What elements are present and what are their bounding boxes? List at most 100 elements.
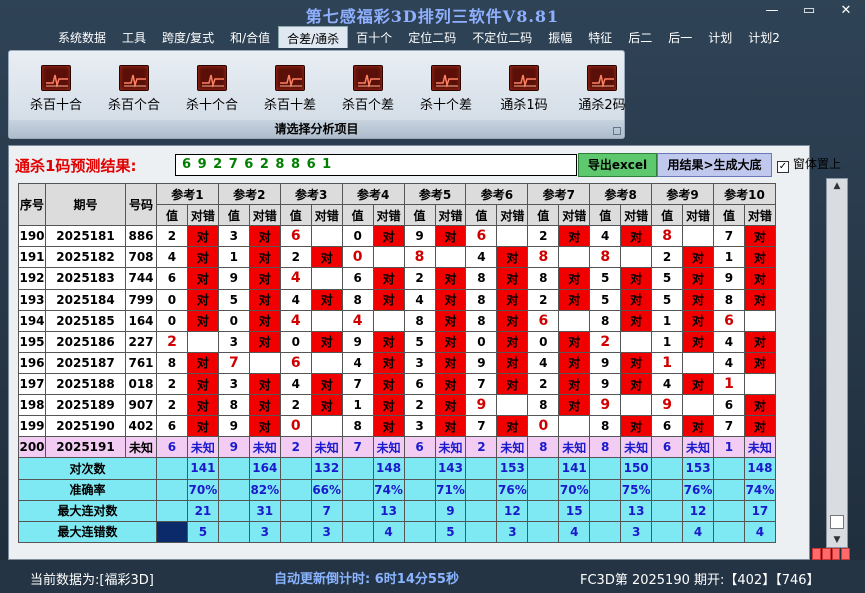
menu-item[interactable]: 和/合值: [222, 26, 278, 48]
ribbon-tool-button[interactable]: 杀十个差: [407, 65, 485, 113]
menu-item[interactable]: 工具: [114, 26, 154, 48]
stat-spacer-cell: [217, 478, 250, 501]
hit-cell: 对: [682, 267, 715, 290]
ref-value-cell: 0: [217, 309, 250, 332]
pin-window-label: 窗体置上: [793, 157, 842, 171]
table-row[interactable]: 197 2025188 018 2 对 3 对 4 对 7 对 6 对 7 对 2 对 9 对 4 对 1: [18, 372, 776, 396]
ribbon-tool-button[interactable]: 通杀1码: [485, 65, 563, 113]
miss-cell: [558, 246, 591, 269]
ribbon-tool-button[interactable]: 杀百十合: [17, 65, 95, 113]
row-number: 708: [125, 246, 157, 269]
stat-value-cell: 13: [372, 499, 405, 522]
ref-value-cell: 7: [713, 415, 745, 438]
checkbox-check-icon[interactable]: ✓: [777, 161, 789, 173]
row-number: 761: [125, 351, 157, 374]
table-row[interactable]: 199 2025190 402 6 对 9 对 0 8 对 3 对 7 对 0 8 对 6 对 7 对: [18, 415, 776, 438]
table-row[interactable]: 198 2025189 907 2 对 8 对 2 对 1 对 2 对 9 8 对 9 9 6 对: [18, 394, 776, 417]
prediction-row[interactable]: 200 2025191 未知 6 未知 9 未知 2 未知 7 未知 6 未知 2 未知 8 未知 8 未知 6 未知 1…: [18, 436, 776, 459]
stat-spacer-cell: [217, 499, 250, 522]
unknown-cell: 未知: [496, 436, 529, 459]
stat-value-cell: 4: [743, 520, 776, 544]
menu-item[interactable]: 特征: [580, 26, 620, 48]
stat-spacer-cell: [713, 520, 745, 544]
ribbon-expand-icon[interactable]: [613, 127, 621, 135]
stat-value-cell: 15: [558, 499, 591, 522]
hit-cell: 对: [186, 372, 219, 396]
stat-row: 准确率 70% 82% 66% 74% 71% 76% 70% 75% 76% 74%: [18, 478, 776, 501]
table-row[interactable]: 192 2025183 744 6 对 9 对 4 6 对 2 对 8 对 8 对 5 对 5 对 9 对: [18, 267, 776, 290]
stat-value-cell: 132: [310, 457, 343, 480]
prediction-result-field[interactable]: 6 9 2 7 6 2 8 8 6 1: [175, 154, 577, 176]
menu-item[interactable]: 定位二码: [400, 26, 464, 48]
menu-item[interactable]: 振幅: [540, 26, 580, 48]
table-row[interactable]: 193 2025184 799 0 对 5 对 4 对 8 对 4 对 8 对 2 对 5 对 5 对 8 对: [18, 288, 776, 311]
hit-cell: 对: [496, 415, 529, 438]
ribbon-tool-button[interactable]: 杀十个合: [173, 65, 251, 113]
ribbon-tool-button[interactable]: 杀百个合: [95, 65, 173, 113]
menu-item[interactable]: 百十个: [348, 26, 400, 48]
export-excel-button[interactable]: 导出excel: [578, 153, 657, 177]
ref-value-cell: 4: [651, 372, 684, 396]
row-period: 2025189: [45, 394, 126, 417]
ref-value-cell: 5: [589, 267, 622, 290]
hit-cell: 对: [310, 330, 343, 353]
vertical-scrollbar[interactable]: ▲ ▼: [826, 178, 848, 548]
ref-value-cell: 7: [217, 351, 250, 374]
table-row[interactable]: 196 2025187 761 8 对 7 6 4 对 3 对 9 对 4 对 9 对 1 4 对: [18, 351, 776, 374]
table-row[interactable]: 195 2025186 227 2 3 对 0 对 9 对 5 对 0 对 0 对 2 1 对 4 对: [18, 330, 776, 353]
ribbon-tool-button[interactable]: 杀百个差: [329, 65, 407, 113]
col-header-seq: 序号: [18, 182, 46, 227]
hit-cell: 对: [496, 372, 529, 396]
unknown-cell: 未知: [186, 436, 219, 459]
stat-spacer-cell: [527, 457, 560, 480]
col-header-value: 值: [156, 204, 188, 227]
stat-spacer-cell: [651, 499, 684, 522]
hit-cell: 对: [434, 415, 467, 438]
ribbon-tool-button[interactable]: 通杀2码: [563, 65, 641, 113]
stat-spacer-cell: [589, 478, 622, 501]
menu-item[interactable]: 后二: [620, 26, 660, 48]
ref-value-cell: 3: [217, 225, 250, 248]
menu-item[interactable]: 跨度/复式: [154, 26, 222, 48]
menu-item[interactable]: 后一: [660, 26, 700, 48]
row-period: 2025182: [45, 246, 126, 269]
scrollbar-thumb[interactable]: [830, 515, 844, 529]
pin-window-checkbox[interactable]: ✓ 窗体置上: [777, 155, 841, 173]
maximize-button[interactable]: ▭: [795, 2, 823, 20]
menu-item[interactable]: 计划2: [740, 26, 788, 48]
ref-value-cell: 2: [279, 246, 312, 269]
header-row: 序号 期号 号码 参考1 参考2 参考3 参考4 参考5 参考6 参考7 参考8 参考9 参考10: [18, 182, 776, 227]
ref-value-cell: 8: [217, 394, 250, 417]
miss-cell: [372, 246, 405, 269]
ref-value-cell: 5: [651, 288, 684, 311]
scroll-up-icon[interactable]: ▲: [827, 179, 847, 193]
hit-cell: 对: [682, 309, 715, 332]
minimize-button[interactable]: —: [758, 2, 786, 20]
menu-item[interactable]: 合差/通杀: [278, 26, 349, 48]
generate-base-button[interactable]: 用结果>生成大底: [657, 153, 772, 177]
stat-value-cell: 66%: [310, 478, 343, 501]
menu-item[interactable]: 不定位二码: [464, 26, 540, 48]
ribbon-tool-button[interactable]: 杀百十差: [251, 65, 329, 113]
menu-item[interactable]: 系统数据: [50, 26, 114, 48]
scroll-down-icon[interactable]: ▼: [827, 533, 847, 547]
table-row[interactable]: 190 2025181 886 2 对 3 对 6 0 对 9 对 6 2 对 4 对 8 7 对: [18, 225, 776, 248]
ref-value-cell: 8: [156, 351, 188, 374]
stat-spacer-cell: [217, 520, 250, 544]
hit-cell: 对: [434, 309, 467, 332]
stat-spacer-cell: [527, 520, 560, 544]
table-row[interactable]: 191 2025182 708 4 对 1 对 2 对 0 8 4 对 8 8 2 对 1 对: [18, 246, 776, 269]
stat-spacer-cell: [651, 457, 684, 480]
stat-spacer-cell: [156, 499, 188, 522]
row-seq: 196: [18, 351, 46, 374]
close-button[interactable]: ✕: [832, 2, 860, 20]
table-row[interactable]: 194 2025185 164 0 对 0 对 4 4 8 对 8 对 6 8 对 1 对 6: [18, 309, 776, 332]
miss-cell: [682, 394, 715, 417]
stat-value-cell: 3: [496, 520, 529, 544]
menu-item[interactable]: 计划: [700, 26, 740, 48]
hit-cell: 对: [496, 288, 529, 311]
row-seq: 190: [18, 225, 46, 248]
ref-value-cell: 7: [713, 225, 745, 248]
col-header-value: 值: [279, 204, 312, 227]
stat-label: 对次数: [18, 457, 157, 480]
